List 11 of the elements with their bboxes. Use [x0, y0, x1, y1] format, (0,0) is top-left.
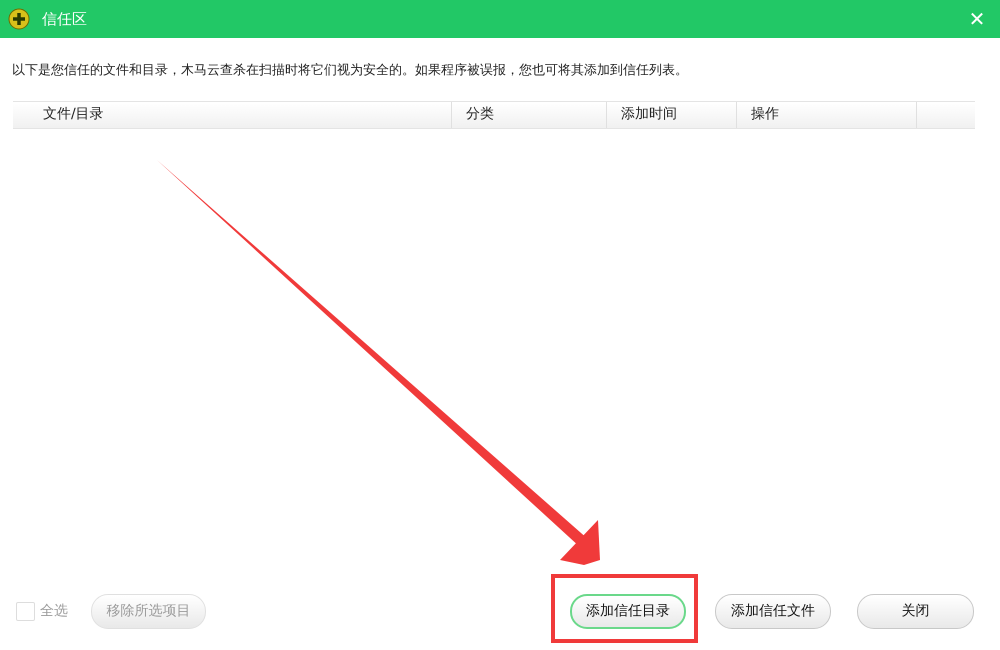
logo-icon	[8, 8, 30, 30]
select-all-label: 全选	[40, 602, 68, 620]
column-header[interactable]: 操作	[737, 102, 917, 128]
column-header[interactable]: 文件/目录	[13, 102, 452, 128]
window-title: 信任区	[42, 8, 88, 30]
column-header[interactable]: 添加时间	[607, 102, 737, 128]
intro-text: 以下是您信任的文件和目录，木马云查杀在扫描时将它们视为安全的。如果程序被误报，您也可将其添加到信任列表。	[12, 62, 689, 80]
action-button[interactable]: 关闭	[857, 594, 974, 628]
action-button[interactable]: 添加信任目录	[570, 594, 686, 628]
action-button[interactable]: 添加信任文件	[715, 594, 831, 628]
column-header[interactable]: 分类	[452, 102, 607, 128]
